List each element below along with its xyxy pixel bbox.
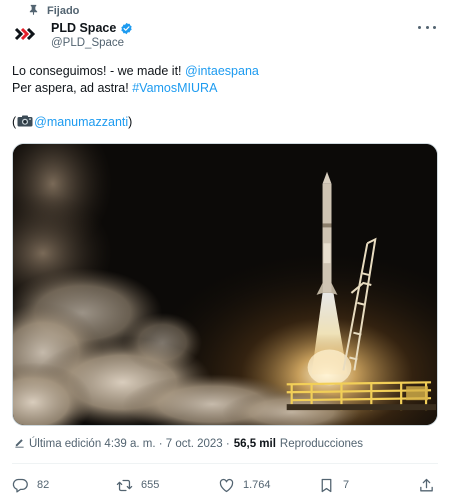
author-block: PLD Space @PLD_Space	[51, 20, 133, 49]
tweet-line1-text: Lo conseguimos! - we made it!	[12, 64, 185, 78]
mention-intaespana-link[interactable]: @intaespana	[185, 64, 259, 78]
repost-count: 655	[141, 479, 160, 491]
like-icon	[218, 477, 235, 494]
repost-icon	[116, 477, 133, 494]
repost-button[interactable]: 655	[116, 475, 159, 495]
tweet-meta: Última edición 4:39 a. m. · 7 oct. 2023 …	[14, 437, 363, 451]
reply-button[interactable]: 82	[12, 475, 49, 495]
edit-icon[interactable]	[14, 437, 25, 451]
credit-close-paren: )	[128, 115, 133, 129]
bookmark-button[interactable]: 7	[318, 475, 349, 495]
pinned-indicator: Fijado	[28, 3, 79, 19]
views-label: Reproducciones	[279, 438, 364, 450]
pld-logo-icon	[14, 27, 36, 41]
divider	[12, 463, 438, 464]
reply-icon	[12, 477, 29, 494]
author-handle[interactable]: @PLD_Space	[51, 37, 133, 49]
share-icon	[418, 477, 435, 494]
more-icon[interactable]	[418, 20, 436, 34]
edited-timestamp[interactable]: Última edición 4:39 a. m. · 7 oct. 2023 …	[29, 438, 230, 450]
share-button[interactable]	[418, 475, 435, 495]
pin-icon	[28, 4, 39, 18]
pinned-label: Fijado	[47, 5, 80, 17]
tweet-photo[interactable]	[12, 143, 438, 426]
bookmark-count: 7	[343, 479, 350, 491]
mention-manumazzanti-link[interactable]: @manumazzanti	[34, 115, 128, 129]
views-count: 56,5 mil	[233, 438, 276, 450]
credit-open-paren: (	[12, 115, 17, 129]
author-name[interactable]: PLD Space	[51, 21, 116, 35]
tweet-text: Lo conseguimos! - we made it! @intaespan…	[12, 63, 438, 131]
like-count: 1.764	[243, 479, 271, 491]
reply-count: 82	[37, 479, 50, 491]
verified-icon[interactable]	[120, 22, 133, 35]
like-button[interactable]: 1.764	[218, 475, 271, 495]
rocket-launch-image	[13, 144, 437, 425]
bookmark-icon	[318, 477, 335, 494]
hashtag-vamosmiura-link[interactable]: #VamosMIURA	[132, 81, 217, 95]
tweet-line2-text: Per aspera, ad astra!	[12, 81, 133, 95]
camera-icon	[17, 115, 33, 127]
action-bar: 82 655 1.764 7	[12, 475, 438, 495]
avatar[interactable]	[12, 20, 40, 48]
